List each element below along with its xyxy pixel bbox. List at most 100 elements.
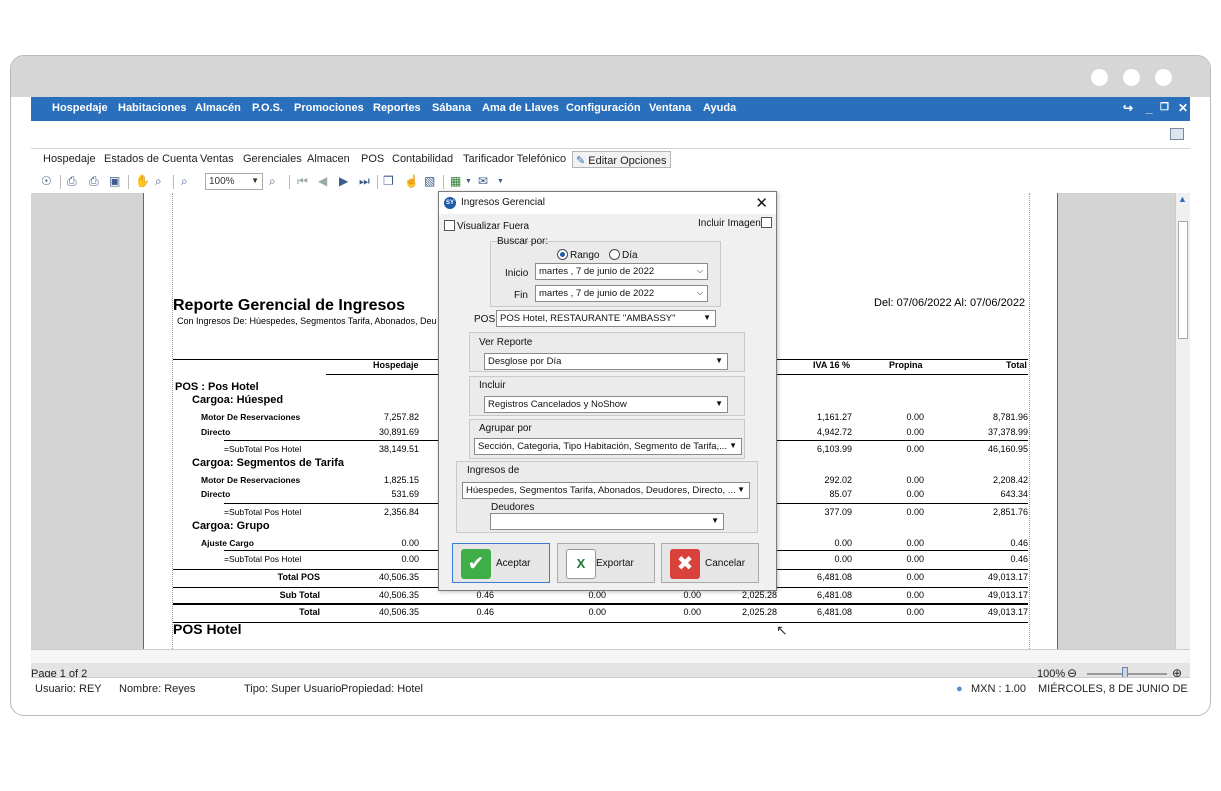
dia-radio[interactable] [609, 249, 620, 260]
pan-icon[interactable]: ☝ [404, 174, 419, 188]
incluir-imagen-checkbox[interactable] [761, 217, 772, 228]
cell-iva: 4,942.72 [816, 427, 852, 437]
window-dot-1[interactable] [1091, 69, 1108, 86]
print-icon[interactable]: ⎙ [89, 174, 99, 189]
page-setup-icon[interactable]: ⎙ [67, 174, 77, 189]
restore-icon[interactable]: ❐ [1160, 102, 1169, 113]
cell-propina: 0.00 [906, 427, 924, 437]
window-dot-3[interactable] [1155, 69, 1172, 86]
chevron-down-icon[interactable]: ▼ [465, 178, 472, 185]
chevron-down-icon: ▼ [729, 441, 737, 450]
cancelar-label: Cancelar [705, 558, 746, 569]
agrupar-select[interactable]: Sección, Categoria, Tipo Habitación, Seg… [474, 438, 742, 455]
chevron-down-icon[interactable]: ▼ [497, 178, 504, 185]
zoom-select-value: 100% [209, 176, 235, 187]
checkmark-icon: ✔ [461, 549, 491, 579]
menu-pos[interactable]: P.O.S. [252, 102, 283, 114]
window-dot-2[interactable] [1123, 69, 1140, 86]
watermark-icon[interactable]: ▧ [424, 174, 435, 188]
multipage-icon[interactable]: ❐ [383, 174, 394, 188]
vertical-scrollbar[interactable]: ▲ [1175, 193, 1190, 649]
first-page-icon[interactable]: ⏮ [297, 174, 308, 189]
scroll-thumb[interactable] [1178, 221, 1188, 339]
chevron-down-icon: ⌵ [696, 288, 703, 297]
tab-estados-de-cuenta[interactable]: Estados de Cuenta [104, 153, 198, 165]
aceptar-button[interactable]: ✔ Aceptar [452, 543, 550, 583]
rango-radio[interactable] [557, 249, 568, 260]
cancelar-button[interactable]: ✖ Cancelar [661, 543, 759, 583]
ver-reporte-select[interactable]: Desglose por Día ▼ [484, 353, 728, 370]
hand-icon[interactable]: ✋ [135, 174, 150, 188]
logout-icon[interactable]: ↪ [1123, 101, 1133, 115]
pencil-icon: ✎ [576, 155, 586, 167]
pos-label: POS: [474, 314, 498, 325]
tab-gerenciales[interactable]: Gerenciales [243, 153, 302, 165]
menu-almacen[interactable]: Almacén [195, 102, 241, 114]
tab-contabilidad[interactable]: Contabilidad [392, 153, 453, 165]
ingresos-de-select[interactable]: Húespedes, Segmentos Tarifa, Abonados, D… [462, 482, 750, 499]
cell-c3: 0.00 [588, 607, 606, 617]
fin-date-picker[interactable]: martes , 7 de junio de 2022 ⌵ [535, 285, 708, 302]
incluir-select[interactable]: Registros Cancelados y NoShow ▼ [484, 396, 728, 413]
tab-almacen[interactable]: Almacen [307, 153, 350, 165]
pos-footer-title: POS Hotel [173, 621, 242, 637]
last-page-icon[interactable]: ⏭ [359, 174, 370, 189]
menu-promociones[interactable]: Promociones [294, 102, 364, 114]
fin-date-value: martes , 7 de junio de 2022 [539, 288, 655, 299]
dialog-title: Ingresos Gerencial [461, 197, 545, 208]
exportar-button[interactable]: X Exportar [557, 543, 655, 583]
cell-c2: 0.46 [476, 607, 494, 617]
menu-configuracion[interactable]: Configuración [566, 102, 641, 114]
cell-propina: 0.00 [906, 572, 924, 582]
edit-options-label: Editar Opciones [588, 155, 667, 167]
tab-pos[interactable]: POS [361, 153, 384, 165]
email-icon[interactable]: ✉ [478, 174, 488, 188]
pos-select[interactable]: POS Hotel, RESTAURANTE "AMBASSY" ▼ [496, 310, 716, 327]
tab-tarificador-telefonico[interactable]: Tarificador Telefónico [463, 153, 566, 165]
fin-label: Fin [514, 290, 528, 301]
cell-total: 0.46 [1010, 554, 1028, 564]
menu-ama-de-llaves[interactable]: Ama de Llaves [482, 102, 559, 114]
dialog-close-icon[interactable]: ✕ [755, 194, 768, 212]
zoom-icon[interactable]: ⌕ [155, 174, 162, 189]
menu-ventana[interactable]: Ventana [649, 102, 691, 114]
deudores-select[interactable]: ▼ [490, 513, 724, 530]
zoom-out-icon[interactable]: ⌕ [181, 174, 188, 189]
window-layout-icon[interactable] [1170, 128, 1184, 140]
export-icon[interactable]: ▦ [450, 174, 461, 188]
tab-ventas[interactable]: Ventas [200, 153, 234, 165]
cell-hospedaje: 0.00 [401, 538, 419, 548]
prev-page-icon[interactable]: ◀ [318, 174, 327, 188]
scroll-up-icon[interactable]: ▲ [1178, 194, 1187, 204]
cell-c4: 0.00 [683, 590, 701, 600]
ingresos-gerencial-dialog: SY Ingresos Gerencial ✕ Visualizar Fuera… [438, 191, 777, 591]
separator [443, 175, 444, 189]
binoculars-icon[interactable]: ☉ [41, 174, 52, 188]
close-icon[interactable]: ✕ [1178, 101, 1188, 115]
menu-reportes[interactable]: Reportes [373, 102, 421, 114]
zoom-select[interactable]: 100% ▼ [205, 173, 263, 190]
row-label: Motor De Reservaciones [201, 475, 301, 485]
minimize-icon[interactable]: _ [1146, 101, 1153, 115]
menu-sabana[interactable]: Sábana [432, 102, 471, 114]
menu-ayuda[interactable]: Ayuda [703, 102, 736, 114]
subtotal-label: =SubTotal Pos Hotel [224, 554, 302, 564]
subtotal-label: =SubTotal Pos Hotel [224, 444, 302, 454]
menu-habitaciones[interactable]: Habitaciones [118, 102, 186, 114]
menu-hospedaje[interactable]: Hospedaje [52, 102, 108, 114]
status-currency: MXN : 1.00 [971, 683, 1027, 695]
next-page-icon[interactable]: ▶ [339, 174, 348, 188]
buscar-por-label: Buscar por: [497, 236, 549, 247]
zoom-in-icon[interactable]: ⌕ [269, 174, 276, 189]
horizontal-scrollbar[interactable] [31, 649, 1190, 663]
inicio-date-picker[interactable]: martes , 7 de junio de 2022 ⌵ [535, 263, 708, 280]
edit-options-button[interactable]: ✎ Editar Opciones [572, 151, 671, 168]
total-label: Sub Total [279, 590, 320, 600]
separator [128, 175, 129, 189]
tab-hospedaje[interactable]: Hospedaje [43, 153, 96, 165]
subtotal-label: =SubTotal Pos Hotel [224, 507, 302, 517]
cell-propina: 0.00 [906, 444, 924, 454]
save-icon[interactable]: ▣ [109, 174, 120, 188]
row-label: Directo [201, 427, 231, 437]
visualizar-fuera-checkbox[interactable] [444, 220, 455, 231]
